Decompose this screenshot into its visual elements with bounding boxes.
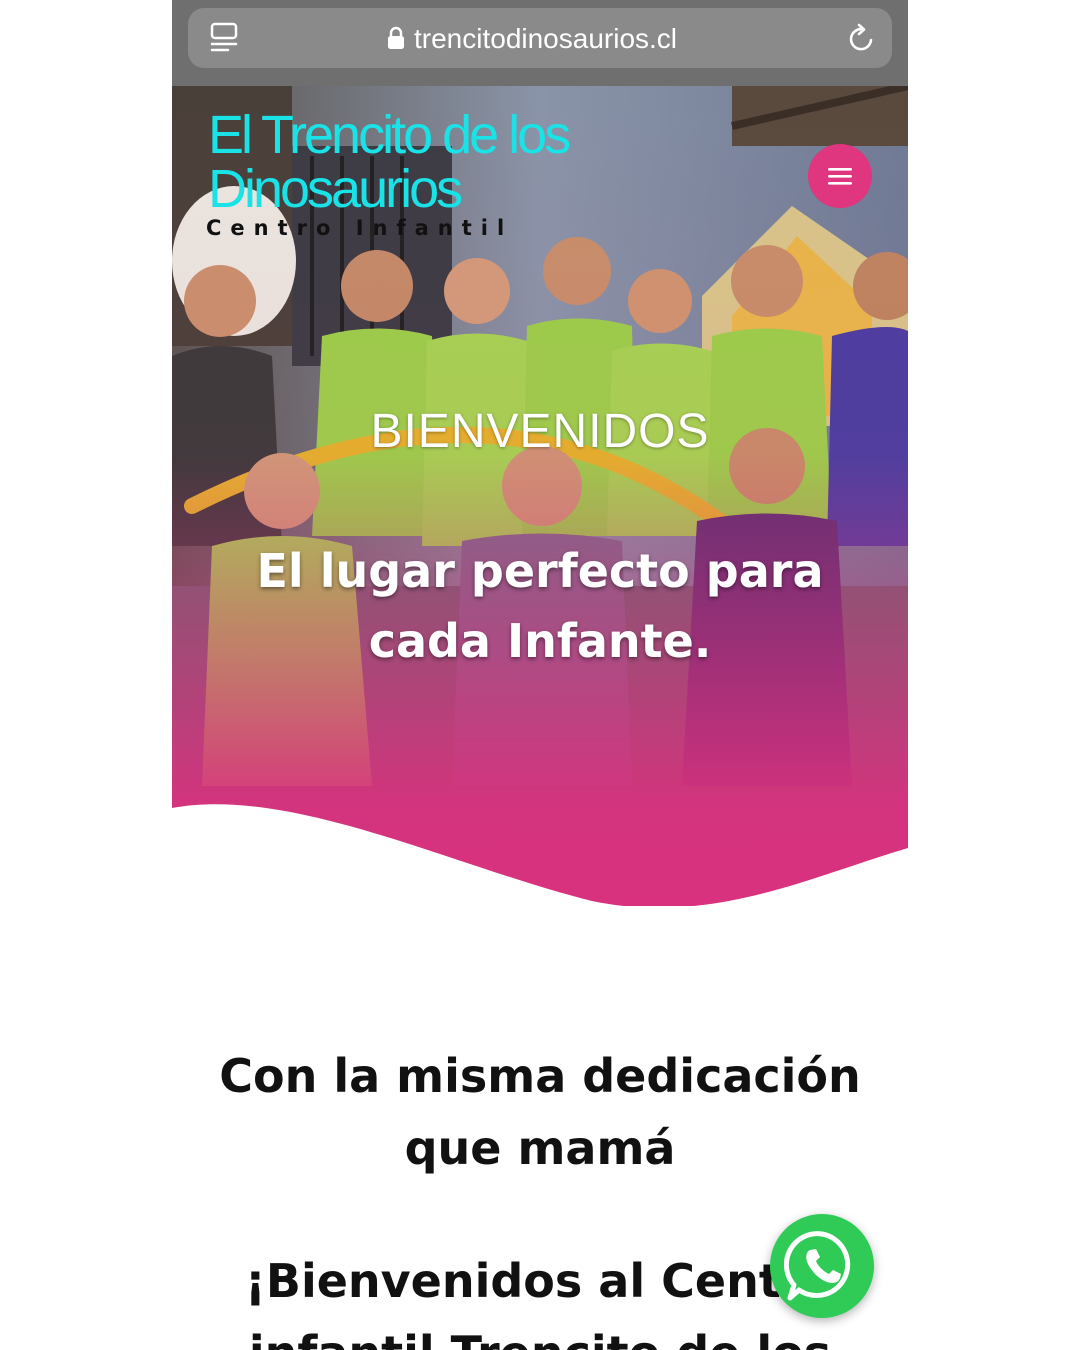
- site-title[interactable]: El Trencito de los Dinosaurios: [208, 108, 668, 216]
- reload-icon[interactable]: [845, 23, 877, 55]
- lock-icon: [388, 26, 404, 49]
- whatsapp-icon: [784, 1231, 851, 1301]
- url-field[interactable]: trencitodinosaurios.cl: [188, 8, 892, 68]
- hero-section: El Trencito de los Dinosaurios Centro In…: [172, 86, 908, 906]
- whatsapp-chat-button[interactable]: [770, 1214, 874, 1318]
- reader-mode-icon[interactable]: [208, 22, 240, 56]
- menu-button[interactable]: [808, 144, 872, 208]
- mobile-viewport: trencitodinosaurios.cl El Trencito de lo…: [172, 0, 908, 1350]
- hamburger-menu-icon: [828, 168, 852, 185]
- url-text[interactable]: trencitodinosaurios.cl: [414, 19, 677, 59]
- section-heading: Con la misma dedicación que mamá: [219, 1049, 861, 1175]
- hero-subheading: El lugar perfecto para cada Infante.: [256, 544, 824, 668]
- hero-heading: BIENVENIDOS: [370, 405, 710, 458]
- browser-address-bar: trencitodinosaurios.cl: [172, 0, 908, 86]
- site-tagline: Centro Infantil: [206, 216, 514, 240]
